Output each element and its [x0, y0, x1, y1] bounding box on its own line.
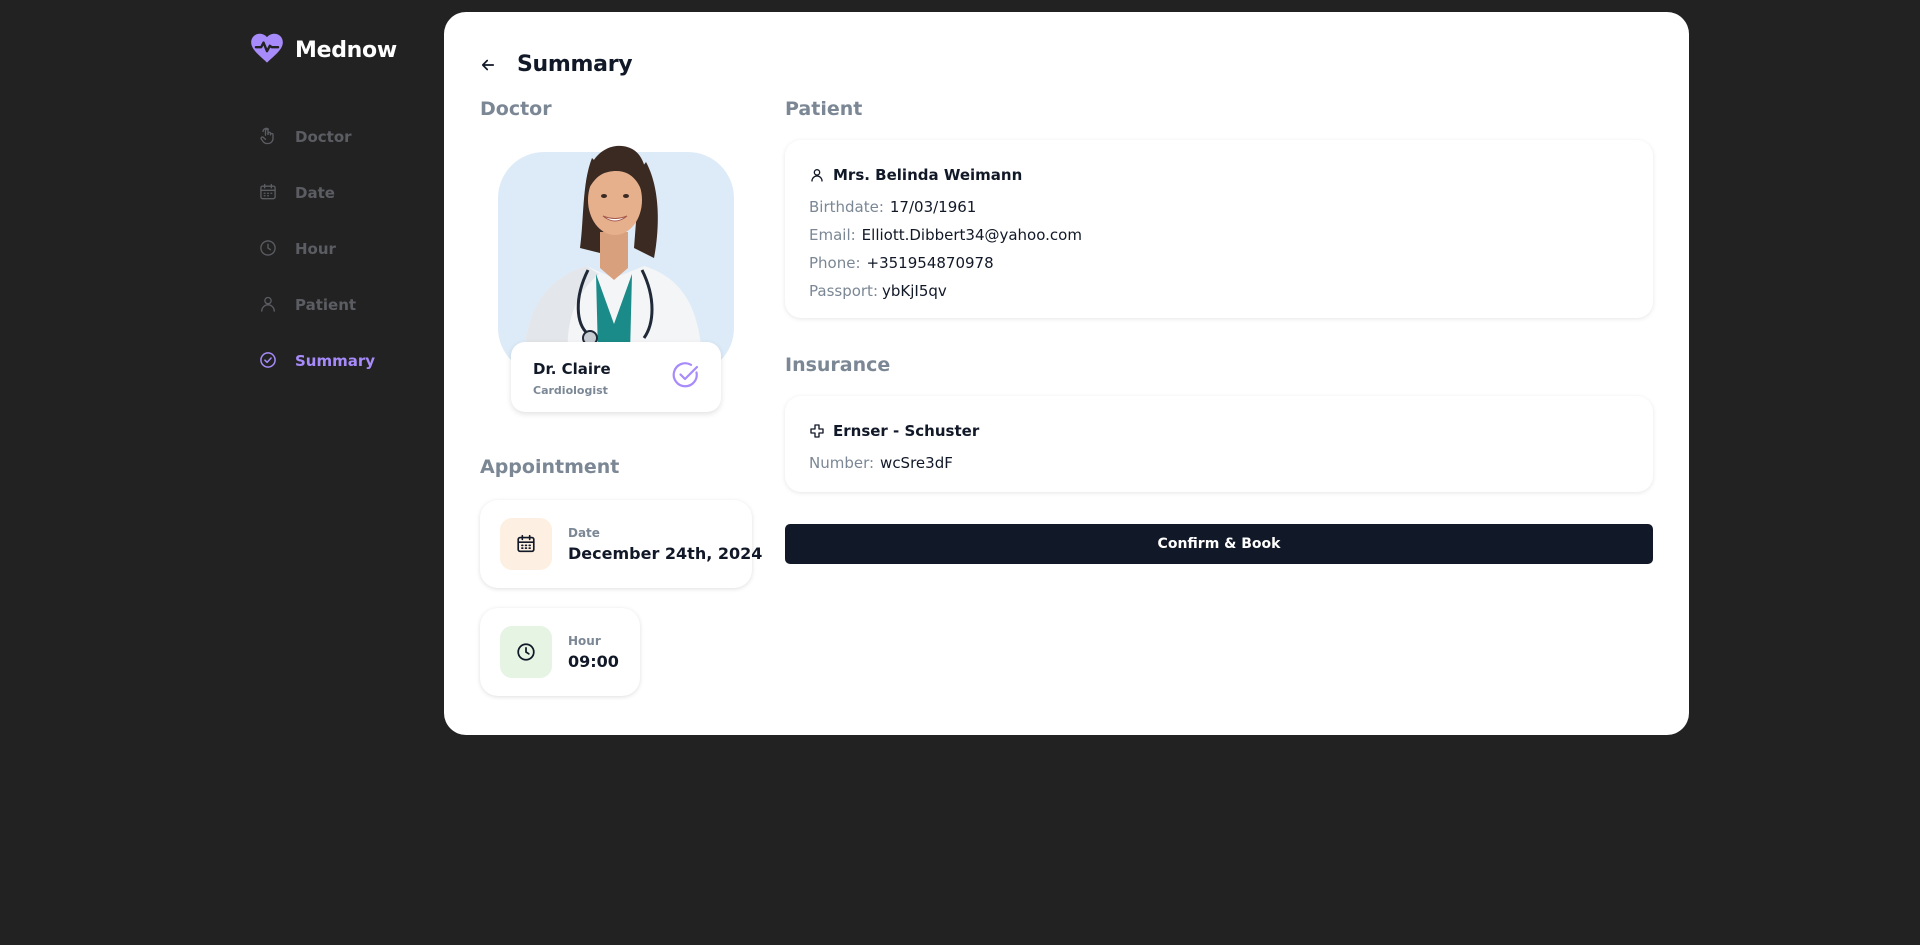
email-label: Email:: [809, 226, 856, 244]
calendar-icon: [500, 518, 552, 570]
patient-name-row: Mrs. Belinda Weimann: [809, 166, 1022, 184]
sidebar-item-label: Summary: [295, 352, 376, 370]
sidebar-item-label: Hour: [295, 240, 336, 258]
check-circle-icon: [671, 360, 701, 390]
birthdate-value: 17/03/1961: [889, 198, 977, 216]
brand-name: Mednow: [295, 37, 397, 63]
sidebar-item-hour[interactable]: Hour: [248, 238, 438, 258]
insurance-name: Ernser - Schuster: [833, 422, 980, 440]
hour-value: 09:00: [568, 652, 619, 671]
phone-field: Phone: +351954870978: [809, 254, 994, 272]
number-value: wcSre3dF: [880, 454, 953, 472]
insurance-info-box: Ernser - Schuster Number: wcSre3dF: [785, 396, 1653, 492]
user-icon: [811, 169, 823, 182]
page-title: Summary: [517, 52, 633, 77]
doctor-specialty: Cardiologist: [533, 384, 608, 397]
birthdate-label: Birthdate:: [809, 198, 884, 216]
doctor-photo: [504, 128, 724, 354]
passport-field: Passport: ybKjI5qv: [809, 282, 947, 300]
sidebar-item-patient[interactable]: Patient: [248, 294, 438, 314]
sidebar-item-label: Doctor: [295, 128, 352, 146]
arrow-left-icon[interactable]: [479, 56, 497, 74]
insurance-section-heading: Insurance: [785, 354, 891, 376]
sidebar-item-summary[interactable]: Summary: [248, 350, 438, 370]
sidebar-nav: Doctor Date Hour Patient Summary: [248, 126, 438, 370]
summary-card: Summary Doctor Dr. Claire Cardiologist A…: [444, 12, 1689, 735]
clock-icon: [500, 626, 552, 678]
phone-value: +351954870978: [866, 254, 994, 272]
brand[interactable]: Mednow: [248, 30, 438, 70]
date-value: December 24th, 2024: [568, 544, 763, 563]
user-icon: [258, 294, 278, 314]
email-field: Email: Elliott.Dibbert34@yahoo.com: [809, 226, 1082, 244]
clock-icon: [258, 238, 278, 258]
doctor-name: Dr. Claire: [533, 360, 611, 378]
phone-label: Phone:: [809, 254, 861, 272]
appointment-date-tile: Date December 24th, 2024: [480, 500, 762, 588]
patient-section-heading: Patient: [785, 98, 863, 120]
sidebar-item-doctor[interactable]: Doctor: [248, 126, 438, 146]
doctor-card[interactable]: Dr. Claire Cardiologist: [511, 342, 721, 412]
patient-name: Mrs. Belinda Weimann: [833, 166, 1023, 184]
appointment-hour-tile: Hour 09:00: [480, 608, 640, 696]
email-value: Elliott.Dibbert34@yahoo.com: [861, 226, 1082, 244]
hour-label: Hour: [568, 634, 601, 648]
sidebar-item-date[interactable]: Date: [248, 182, 438, 202]
calendar-icon: [258, 182, 278, 202]
insurance-number-field: Number: wcSre3dF: [809, 454, 953, 472]
check-circle-icon: [258, 350, 278, 370]
heart-pulse-icon: [248, 29, 286, 71]
hand-pointer-icon: [258, 126, 278, 146]
medical-cross-icon: [810, 424, 824, 438]
confirm-book-button[interactable]: Confirm & Book: [785, 524, 1653, 564]
sidebar-item-label: Date: [295, 184, 335, 202]
patient-info-box: Mrs. Belinda Weimann Birthdate: 17/03/196…: [785, 140, 1653, 318]
passport-value: ybKjI5qv: [882, 282, 947, 300]
sidebar-item-label: Patient: [295, 296, 357, 314]
doctor-section-heading: Doctor: [480, 98, 552, 120]
birthdate-field: Birthdate: 17/03/1961: [809, 198, 976, 216]
app-root: Mednow Doctor Date Hour Patient Summary …: [0, 0, 1920, 945]
appointment-section-heading: Appointment: [480, 456, 620, 478]
passport-label: Passport:: [809, 282, 878, 300]
insurance-name-row: Ernser - Schuster: [809, 422, 979, 440]
date-label: Date: [568, 526, 600, 540]
number-label: Number:: [809, 454, 875, 472]
sidebar: Mednow Doctor Date Hour Patient Summary: [248, 30, 438, 406]
